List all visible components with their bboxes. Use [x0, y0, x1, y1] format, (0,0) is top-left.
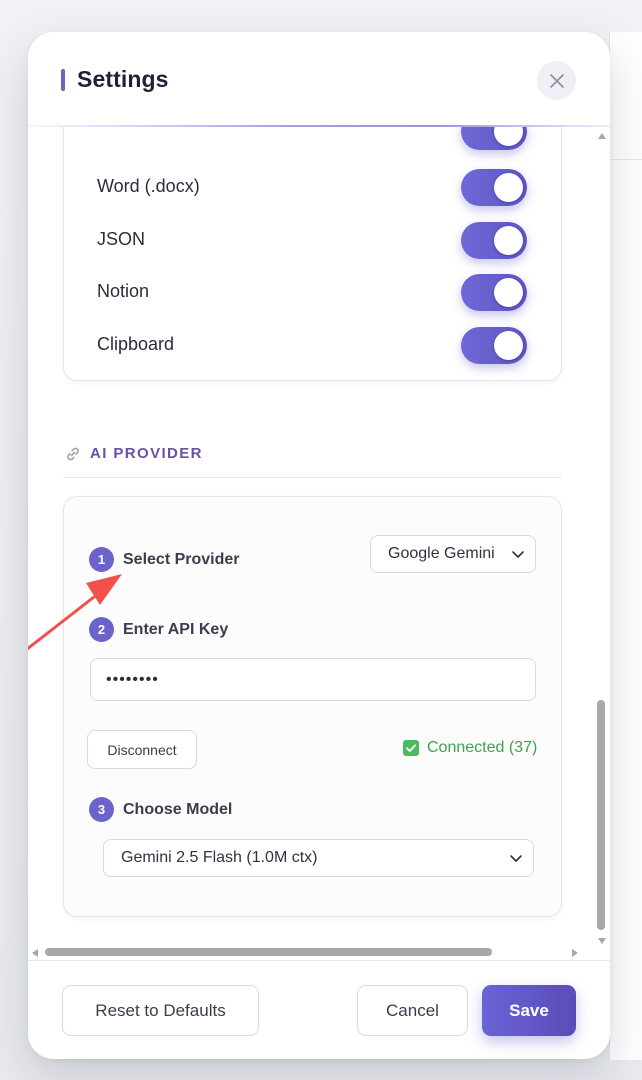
step-badge-1: 1 [89, 547, 114, 572]
toggle-row-hidden [64, 127, 561, 151]
section-divider [63, 477, 562, 478]
scroll-down-arrow-icon[interactable] [598, 938, 606, 944]
toggle-switch-notion[interactable] [461, 274, 527, 311]
title-accent-bar [61, 69, 65, 91]
toggle-row-json: JSON [64, 220, 561, 260]
connection-status-text: Connected (37) [427, 739, 538, 756]
toggle-switch-json[interactable] [461, 222, 527, 259]
modal-footer: Reset to Defaults Cancel Save [28, 960, 610, 1059]
toggle-row-notion: Notion [64, 272, 561, 312]
chevron-down-icon [512, 551, 524, 558]
toggle-switch-clipboard[interactable] [461, 327, 527, 364]
toggle-row-word: Word (.docx) [64, 167, 561, 207]
check-icon [403, 740, 419, 756]
modal-header: Settings [28, 32, 610, 127]
horizontal-scrollbar[interactable] [28, 945, 594, 959]
reset-to-defaults-button[interactable]: Reset to Defaults [62, 985, 259, 1036]
step-label-select-provider: Select Provider [123, 551, 240, 568]
vertical-scrollbar[interactable] [594, 127, 608, 960]
vertical-scroll-thumb[interactable] [597, 700, 605, 930]
toggle-label-json: JSON [97, 229, 146, 249]
toggle-label-clipboard: Clipboard [97, 334, 175, 354]
step-badge-2: 2 [89, 617, 114, 642]
settings-scroll-area[interactable]: Word (.docx) JSON Notion Clipboard AI PR… [28, 127, 610, 960]
scroll-up-arrow-icon[interactable] [598, 133, 606, 139]
connection-status: Connected (37) [403, 737, 537, 759]
modal-title: Settings [77, 66, 169, 92]
scroll-left-arrow-icon[interactable] [32, 949, 38, 957]
link-icon [67, 447, 79, 461]
ai-provider-section-title: AI PROVIDER [90, 445, 203, 462]
api-key-input[interactable]: •••••••• [90, 658, 536, 701]
close-icon [549, 73, 564, 88]
close-button[interactable] [537, 61, 576, 100]
save-button[interactable]: Save [482, 985, 576, 1036]
scroll-right-arrow-icon[interactable] [572, 949, 578, 957]
settings-modal: Settings Word (.docx) JSON Notion Clipbo… [28, 32, 610, 1059]
toggle-switch-word[interactable] [461, 169, 527, 206]
background-panel [609, 32, 642, 1060]
toggle-label-notion: Notion [97, 281, 150, 301]
ai-provider-card: 1 Select Provider Google Gemini 2 Enter … [63, 496, 562, 917]
model-select[interactable]: Gemini 2.5 Flash (1.0M ctx) [103, 839, 534, 877]
step-badge-3: 3 [89, 797, 114, 822]
step-label-enter-api-key: Enter API Key [123, 621, 229, 638]
toggle-row-clipboard: Clipboard [64, 325, 561, 365]
provider-select[interactable]: Google Gemini [370, 535, 536, 573]
toggle-label-word: Word (.docx) [97, 176, 200, 196]
export-formats-card: Word (.docx) JSON Notion Clipboard [63, 127, 562, 381]
horizontal-scroll-thumb[interactable] [45, 948, 492, 956]
cancel-button[interactable]: Cancel [357, 985, 468, 1036]
toggle-switch-hidden[interactable] [461, 127, 527, 150]
model-select-value: Gemini 2.5 Flash (1.0M ctx) [121, 849, 318, 866]
disconnect-button[interactable]: Disconnect [87, 730, 197, 769]
step-label-choose-model: Choose Model [123, 801, 233, 818]
chevron-down-icon [510, 855, 522, 862]
provider-select-value: Google Gemini [388, 545, 495, 562]
